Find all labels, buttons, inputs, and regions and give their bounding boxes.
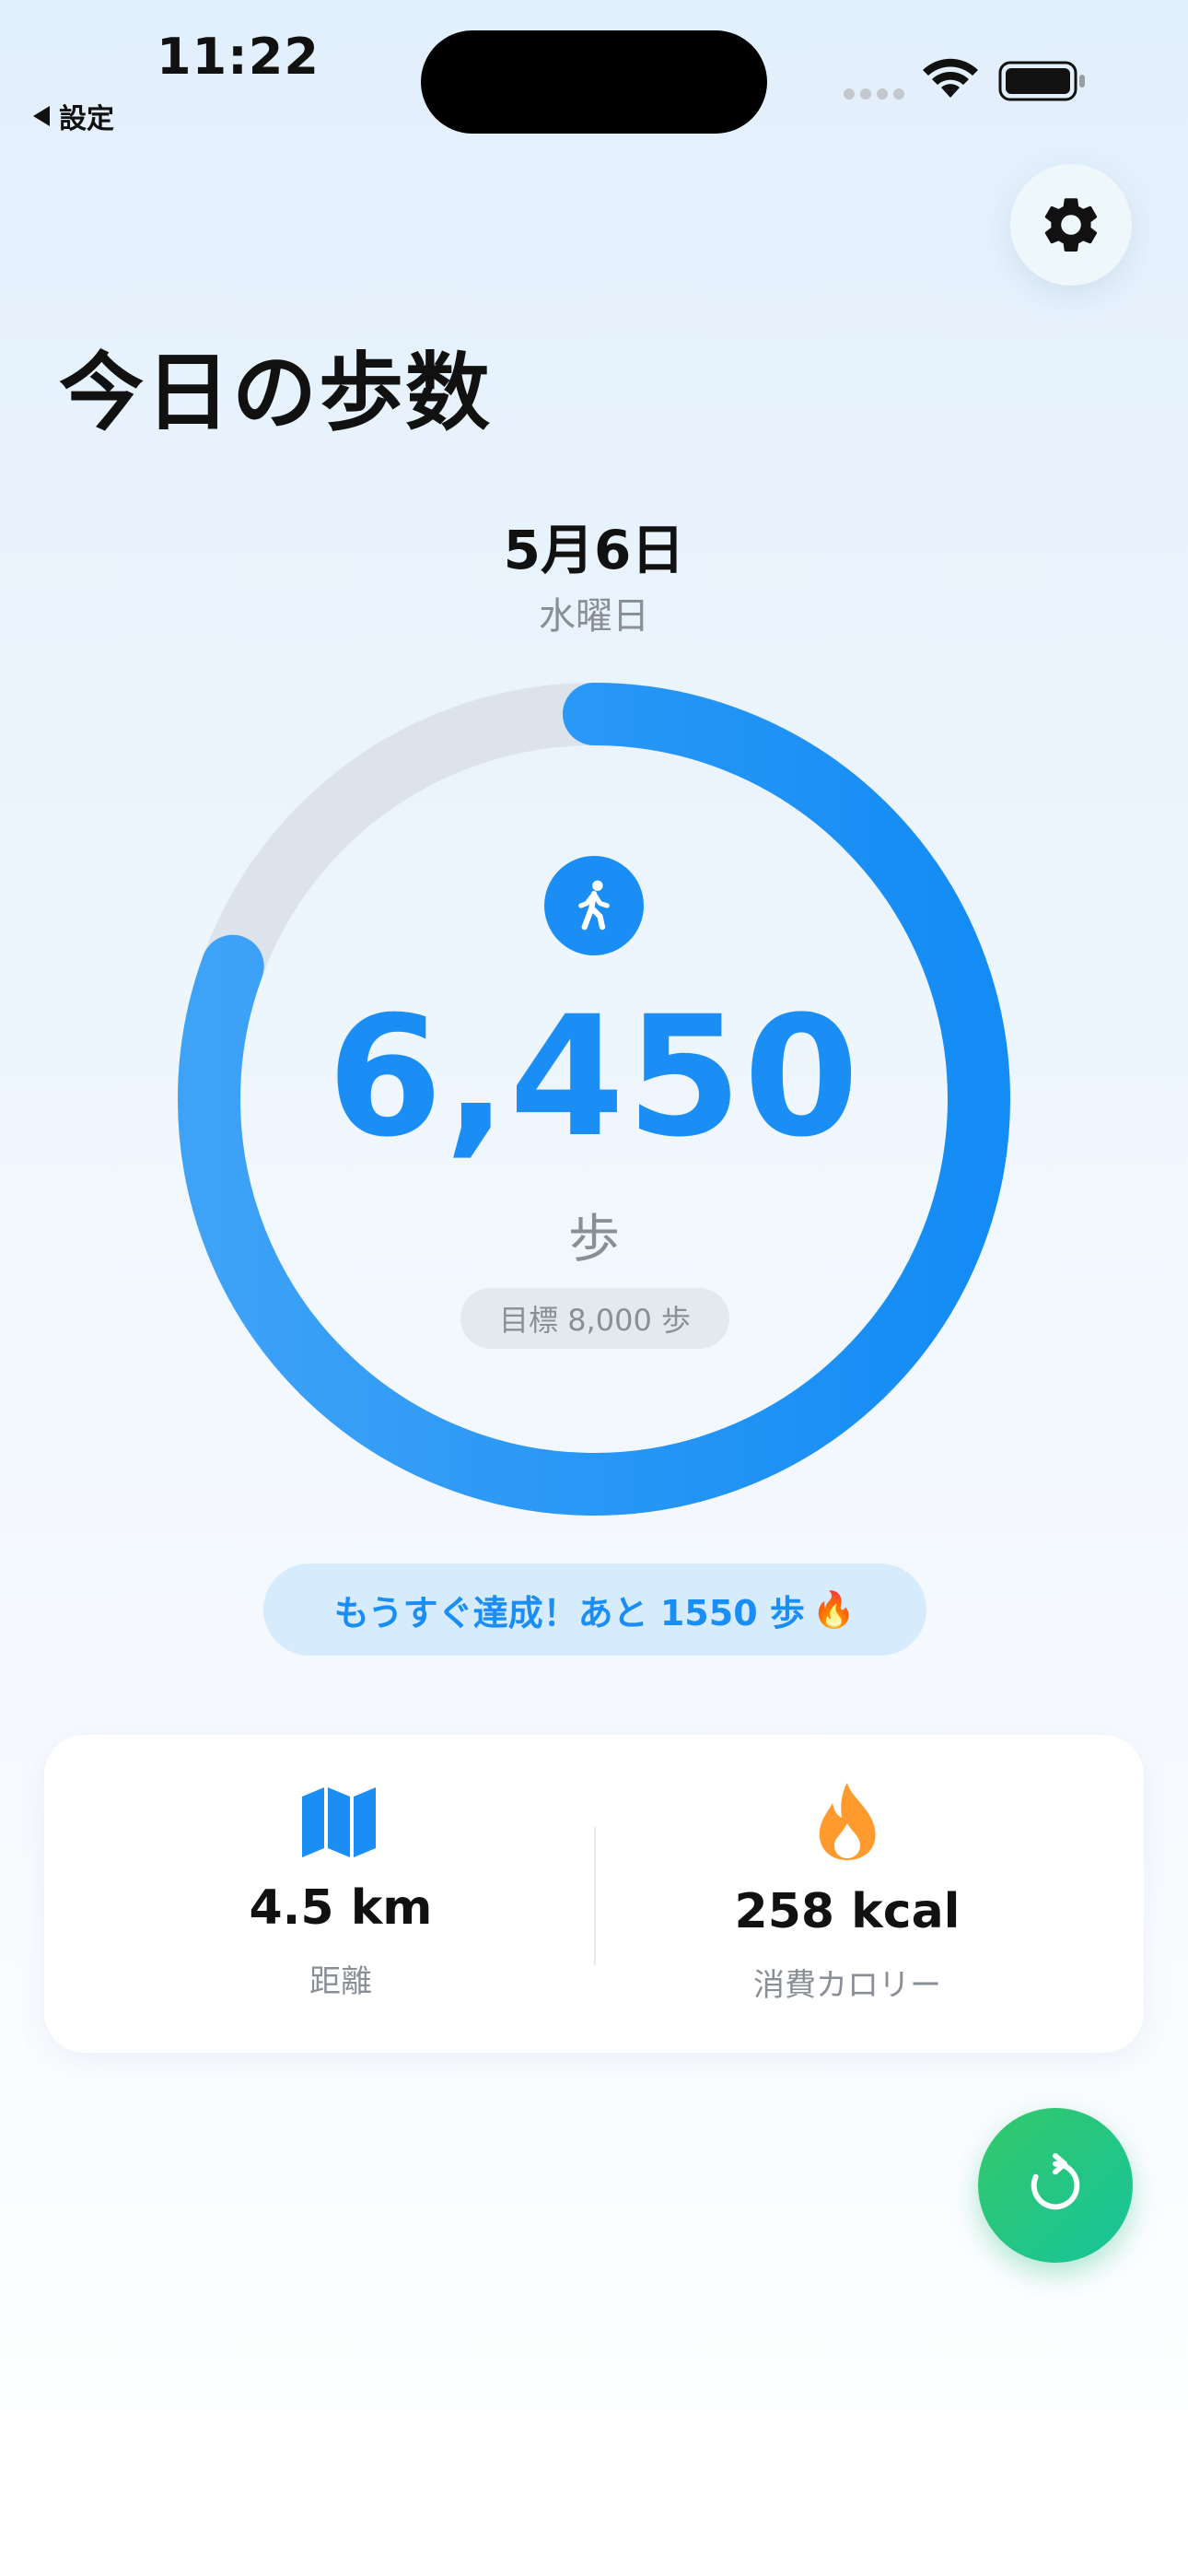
distance-value: 4.5 km xyxy=(249,1880,433,1936)
step-count: 6,450 xyxy=(327,981,861,1174)
back-label: 設定 xyxy=(59,103,114,135)
motivation-message: もうすぐ達成！あと 1550 歩 🔥 xyxy=(263,1563,926,1656)
calories-label: 消費カロリー xyxy=(753,1967,941,2004)
calories-stat: 258 kcal 消費カロリー xyxy=(617,1884,1077,2005)
settings-button[interactable] xyxy=(1010,164,1132,286)
back-arrow-icon xyxy=(33,106,50,126)
weekday-label: 水曜日 xyxy=(539,595,649,638)
calories-value: 258 kcal xyxy=(734,1884,961,1939)
battery-icon xyxy=(998,61,1085,101)
step-unit: 歩 xyxy=(568,1210,620,1270)
date-label: 5月6日 xyxy=(503,519,685,581)
map-icon xyxy=(302,1787,376,1857)
status-time: 11:22 xyxy=(157,28,320,86)
fire-emoji: 🔥 xyxy=(811,1588,856,1630)
flame-icon xyxy=(819,1783,876,1860)
dynamic-island xyxy=(421,30,767,134)
cellular-signal-icon xyxy=(844,88,904,100)
stats-divider xyxy=(594,1827,596,1965)
page-title: 今日の歩数 xyxy=(59,344,493,442)
distance-label: 距離 xyxy=(309,1963,372,2000)
motivation-text: もうすぐ達成！あと 1550 歩 xyxy=(333,1592,805,1633)
refresh-button[interactable] xyxy=(978,2108,1133,2263)
wifi-icon xyxy=(923,58,978,98)
walking-person-icon xyxy=(578,880,610,931)
back-to-settings-link[interactable]: 設定 xyxy=(33,96,114,136)
refresh-icon xyxy=(1031,2153,1080,2210)
distance-stat: 4.5 km 距離 xyxy=(111,1880,571,2001)
goal-badge: 目標 8,000 歩 xyxy=(460,1288,729,1349)
gear-icon xyxy=(1044,198,1098,252)
walking-badge xyxy=(544,856,644,955)
